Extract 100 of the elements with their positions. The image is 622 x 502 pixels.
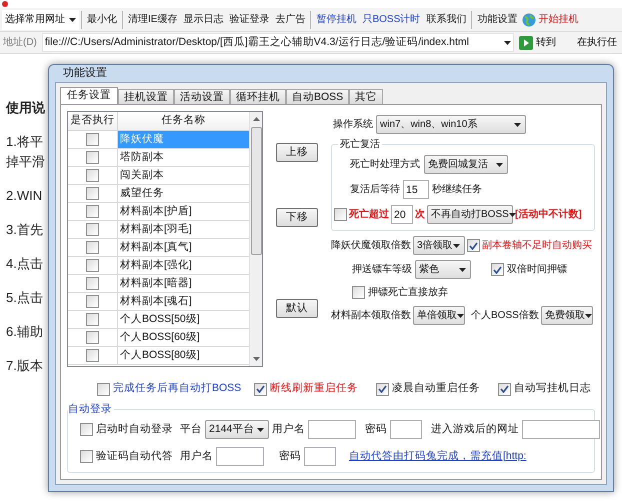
text-line: 1.将平 bbox=[6, 133, 43, 151]
text-line: 7.版本 bbox=[6, 357, 43, 375]
table-row[interactable]: 闯关副本 bbox=[118, 167, 250, 184]
label: 次 bbox=[415, 208, 425, 222]
caret-icon bbox=[496, 162, 503, 166]
table-row[interactable]: 个人BOSS[50级] bbox=[118, 311, 250, 328]
checkbox[interactable] bbox=[86, 169, 99, 182]
tab[interactable]: 循环挂机 bbox=[230, 89, 286, 104]
column-header: 是否执行 bbox=[68, 112, 118, 130]
table-row[interactable]: 个人BOSS[80级] bbox=[118, 347, 250, 364]
text-line: 掉平滑 bbox=[6, 153, 45, 171]
checkbox[interactable] bbox=[86, 349, 99, 362]
text-field[interactable]: 15 bbox=[403, 180, 429, 199]
tab[interactable]: 其它 bbox=[349, 89, 384, 104]
checkbox[interactable] bbox=[86, 151, 99, 164]
text-field[interactable] bbox=[304, 447, 336, 466]
label: 完成任务后再自动打BOSS bbox=[113, 381, 242, 396]
text-field[interactable] bbox=[308, 420, 356, 439]
toolbar-button[interactable]: 去广告 bbox=[272, 10, 308, 30]
checkbox[interactable] bbox=[86, 241, 99, 254]
dropdown[interactable]: 单倍领取 bbox=[413, 306, 465, 325]
text-field[interactable] bbox=[216, 447, 264, 466]
caret-icon bbox=[459, 268, 466, 272]
link[interactable]: 自动代答由打码兔完成，需充值[http: bbox=[349, 448, 526, 464]
caret-icon bbox=[514, 122, 521, 126]
scroll-down-icon bbox=[252, 357, 260, 361]
checkbox[interactable] bbox=[86, 223, 99, 236]
label: 秒继续任务 bbox=[432, 182, 482, 197]
table-row[interactable]: 材料副本[羽毛] bbox=[118, 221, 250, 238]
button[interactable]: 下移 bbox=[276, 208, 318, 227]
button[interactable]: 上移 bbox=[276, 143, 318, 162]
go-button[interactable]: 转到 bbox=[516, 33, 558, 52]
table-row[interactable]: 个人BOSS[60级] bbox=[118, 329, 250, 346]
table-row[interactable]: 材料副本[真气] bbox=[118, 239, 250, 256]
checkbox[interactable] bbox=[86, 313, 99, 326]
checkbox[interactable] bbox=[254, 382, 267, 396]
table-row[interactable]: 材料副本[暗器] bbox=[118, 275, 250, 292]
address-field[interactable]: file:///C:/Users/Administrator/Desktop/[西瓜]霸王之心辅助V4.3/运行日志/验证码/index.html bbox=[42, 33, 514, 52]
table-row[interactable]: 材料副本[强化] bbox=[118, 257, 250, 274]
checkbox[interactable] bbox=[467, 239, 480, 252]
table-row[interactable]: 威望任务 bbox=[118, 185, 250, 202]
label: 密码 bbox=[279, 448, 301, 464]
button[interactable]: 默认 bbox=[276, 299, 318, 318]
checkbox[interactable] bbox=[376, 382, 389, 396]
url-dropdown[interactable]: 选择常用网址 bbox=[2, 10, 79, 30]
label: 押镖死亡直接放弃 bbox=[368, 286, 448, 300]
dropdown[interactable]: 不再自动打BOSS bbox=[427, 205, 513, 224]
toolbar-button[interactable]: 联系我们 bbox=[423, 10, 470, 30]
globe-icon bbox=[522, 12, 536, 26]
dropdown[interactable]: win7、win8、win10系 bbox=[376, 115, 526, 134]
label: 死亡时处理方式 bbox=[350, 158, 420, 172]
dropdown[interactable]: 免费回城复活 bbox=[424, 155, 508, 174]
checkbox[interactable] bbox=[80, 450, 93, 463]
checkbox[interactable] bbox=[498, 382, 511, 396]
checkbox[interactable] bbox=[97, 382, 110, 396]
tab[interactable]: 自动BOSS bbox=[286, 89, 350, 104]
column-header: 任务名称 bbox=[160, 113, 207, 128]
dropdown[interactable]: 紫色 bbox=[415, 260, 471, 279]
checkbox[interactable] bbox=[86, 205, 99, 218]
dropdown[interactable]: 2144平台 bbox=[205, 420, 269, 439]
label: 用户名 bbox=[272, 422, 305, 437]
toolbar-button[interactable]: 显示日志 bbox=[180, 10, 226, 30]
start-button[interactable]: 开始挂机 bbox=[520, 10, 580, 30]
caret-icon bbox=[453, 244, 460, 248]
label: 复活后等待 bbox=[350, 182, 400, 197]
table-row[interactable]: 材料副本[护盾] bbox=[118, 203, 250, 220]
table-row[interactable]: 材料副本[魂石] bbox=[118, 293, 250, 310]
app-icon bbox=[2, 1, 8, 7]
label: 降妖伏魔领取倍数 bbox=[331, 238, 411, 253]
checkbox[interactable] bbox=[86, 331, 99, 344]
table-row[interactable]: 塔防副本 bbox=[118, 149, 250, 166]
text-line: 5.点击 bbox=[6, 289, 43, 307]
tab[interactable]: 任务设置 bbox=[60, 87, 118, 104]
checkbox[interactable] bbox=[352, 286, 365, 299]
toolbar-button[interactable]: 清理IE缓存 bbox=[125, 10, 180, 30]
checkbox[interactable] bbox=[491, 263, 504, 276]
caret-icon bbox=[584, 314, 592, 318]
checkbox[interactable] bbox=[334, 208, 347, 221]
toolbar-button[interactable]: 暂停挂机 bbox=[313, 10, 360, 30]
tab[interactable]: 挂机设置 bbox=[118, 89, 174, 104]
toolbar-button[interactable]: 最小化 bbox=[84, 10, 120, 30]
checkbox[interactable] bbox=[86, 187, 99, 200]
scrollbar[interactable] bbox=[249, 112, 262, 366]
toolbar-button[interactable]: 验证登录 bbox=[226, 10, 272, 30]
toolbar-button[interactable]: 只BOSS计时 bbox=[359, 10, 424, 30]
checkbox[interactable] bbox=[86, 295, 99, 308]
text-line: 2.WIN bbox=[6, 187, 42, 205]
dropdown[interactable]: 免费领取 bbox=[540, 306, 593, 325]
tab[interactable]: 活动设置 bbox=[174, 89, 230, 104]
label: 用户名 bbox=[180, 448, 213, 464]
checkbox[interactable] bbox=[86, 259, 99, 272]
checkbox[interactable] bbox=[86, 133, 99, 146]
text-field[interactable] bbox=[390, 420, 422, 439]
text-field[interactable]: 20 bbox=[391, 205, 413, 224]
toolbar-button[interactable]: 功能设置 bbox=[474, 10, 520, 30]
checkbox[interactable] bbox=[86, 277, 99, 290]
text-field[interactable] bbox=[522, 420, 600, 439]
dropdown[interactable]: 3倍领取 bbox=[413, 236, 465, 255]
checkbox[interactable] bbox=[80, 423, 93, 436]
label: 死亡超过 bbox=[349, 207, 389, 222]
